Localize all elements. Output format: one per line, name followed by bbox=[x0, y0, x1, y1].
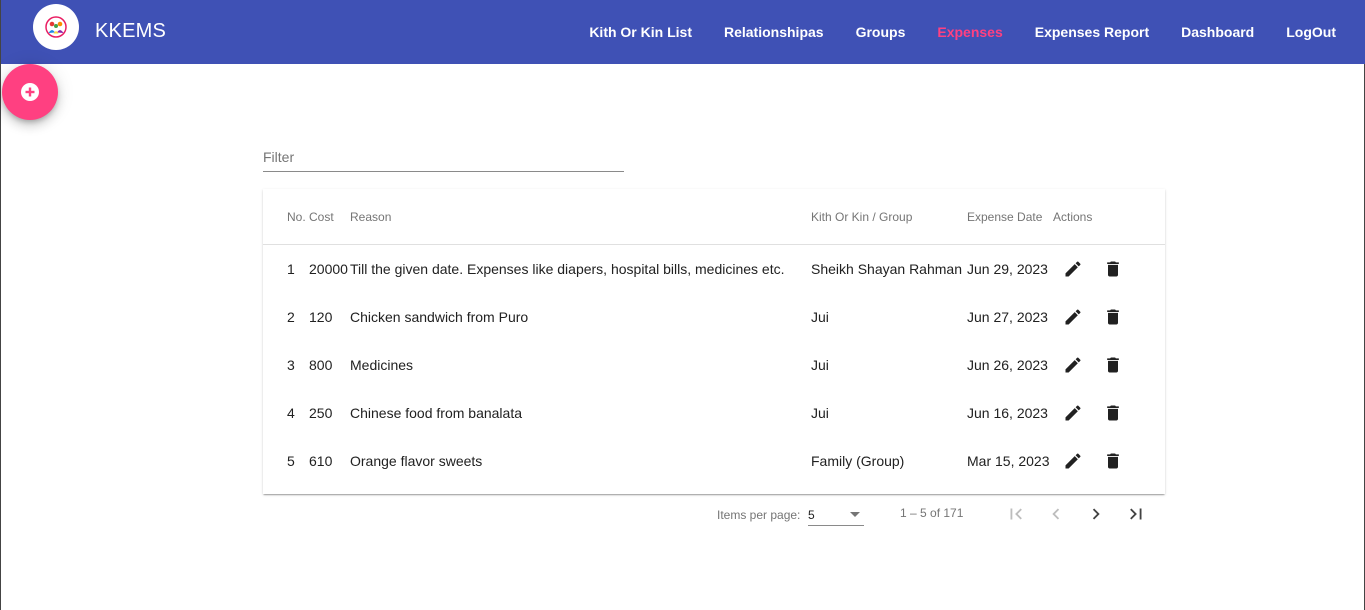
header-cost[interactable]: Cost bbox=[309, 210, 334, 224]
cell-expense-date: Jun 16, 2023 bbox=[967, 405, 1048, 421]
edit-button[interactable] bbox=[1061, 449, 1085, 473]
cell-cost: 120 bbox=[309, 309, 333, 325]
nav-dashboard[interactable]: Dashboard bbox=[1165, 24, 1270, 40]
trash-icon bbox=[1107, 261, 1119, 277]
cell-kith-or-kin: Jui bbox=[811, 309, 829, 325]
header-no[interactable]: No. bbox=[287, 210, 306, 224]
nav-kith-or-kin-list[interactable]: Kith Or Kin List bbox=[573, 24, 708, 40]
expenses-table: No. Cost Reason Kith Or Kin / Group Expe… bbox=[263, 189, 1165, 494]
first-page-button[interactable] bbox=[1002, 500, 1030, 528]
delete-button[interactable] bbox=[1101, 401, 1125, 425]
cell-reason: Chicken sandwich from Puro bbox=[350, 309, 529, 325]
cell-reason: Till the given date. Expenses like diape… bbox=[350, 261, 785, 277]
app-title: KKEMS bbox=[95, 20, 167, 42]
cell-expense-date: Mar 15, 2023 bbox=[967, 453, 1050, 469]
header-expense-date[interactable]: Expense Date bbox=[967, 210, 1042, 224]
cell-kith-or-kin: Family (Group) bbox=[811, 453, 905, 469]
previous-page-button[interactable] bbox=[1042, 500, 1070, 528]
family-logo-icon bbox=[45, 16, 67, 38]
page-size-select[interactable]: 5 bbox=[808, 502, 864, 526]
first-page-icon bbox=[1010, 508, 1022, 520]
cell-reason: Medicines bbox=[350, 357, 414, 373]
table-row: 1 20000 Till the given date. Expenses li… bbox=[263, 245, 1165, 293]
nav-expenses-report[interactable]: Expenses Report bbox=[1019, 24, 1165, 40]
edit-button[interactable] bbox=[1061, 353, 1085, 377]
cell-cost: 800 bbox=[309, 357, 333, 373]
cell-kith-or-kin: Sheikh Shayan Rahman bbox=[811, 261, 962, 277]
cell-expense-date: Jun 27, 2023 bbox=[967, 309, 1048, 325]
delete-button[interactable] bbox=[1101, 257, 1125, 281]
trash-icon bbox=[1107, 405, 1119, 421]
pencil-icon bbox=[1065, 453, 1081, 469]
cell-no: 1 bbox=[287, 261, 295, 277]
cell-kith-or-kin: Jui bbox=[811, 405, 829, 421]
cell-no: 2 bbox=[287, 309, 295, 325]
cell-no: 4 bbox=[287, 405, 295, 421]
edit-button[interactable] bbox=[1061, 257, 1085, 281]
top-toolbar: KKEMS Kith Or Kin List Relationshipas Gr… bbox=[1, 0, 1365, 64]
cell-cost: 250 bbox=[309, 405, 333, 421]
delete-button[interactable] bbox=[1101, 353, 1125, 377]
cell-no: 3 bbox=[287, 357, 295, 373]
cell-cost: 20000 bbox=[309, 261, 348, 277]
main-nav: Kith Or Kin List Relationshipas Groups E… bbox=[573, 0, 1352, 64]
table-row: 5 610 Orange flavor sweets Family (Group… bbox=[263, 437, 1165, 485]
dropdown-arrow-icon bbox=[850, 512, 860, 517]
header-actions: Actions bbox=[1053, 210, 1093, 224]
table-row: 3 800 Medicines Jui Jun 26, 2023 bbox=[263, 341, 1165, 389]
table-row: 2 120 Chicken sandwich from Puro Jui Jun… bbox=[263, 293, 1165, 341]
nav-groups[interactable]: Groups bbox=[840, 24, 922, 40]
last-page-icon bbox=[1130, 508, 1142, 520]
cell-expense-date: Jun 29, 2023 bbox=[967, 261, 1048, 277]
app-logo[interactable] bbox=[33, 4, 79, 50]
page-size-value: 5 bbox=[808, 508, 815, 522]
cell-expense-date: Jun 26, 2023 bbox=[967, 357, 1048, 373]
chevron-left-icon bbox=[1052, 508, 1060, 520]
table-header-row: No. Cost Reason Kith Or Kin / Group Expe… bbox=[263, 189, 1165, 245]
edit-button[interactable] bbox=[1061, 401, 1085, 425]
filter-field[interactable] bbox=[263, 140, 624, 172]
table-paginator: Items per page: 5 1 – 5 of 171 bbox=[263, 494, 1165, 534]
pencil-icon bbox=[1065, 309, 1081, 325]
nav-relationships[interactable]: Relationshipas bbox=[708, 24, 840, 40]
nav-logout[interactable]: LogOut bbox=[1270, 24, 1352, 40]
chevron-right-icon bbox=[1092, 508, 1100, 520]
table-row: 4 250 Chinese food from banalata Jui Jun… bbox=[263, 389, 1165, 437]
pencil-icon bbox=[1065, 261, 1081, 277]
pencil-icon bbox=[1065, 357, 1081, 373]
trash-icon bbox=[1107, 309, 1119, 325]
cell-kith-or-kin: Jui bbox=[811, 357, 829, 373]
next-page-button[interactable] bbox=[1082, 500, 1110, 528]
add-circle-icon bbox=[21, 83, 39, 101]
header-reason[interactable]: Reason bbox=[350, 210, 391, 224]
pencil-icon bbox=[1065, 405, 1081, 421]
header-kith-or-kin-group[interactable]: Kith Or Kin / Group bbox=[811, 210, 912, 224]
trash-icon bbox=[1107, 357, 1119, 373]
nav-expenses[interactable]: Expenses bbox=[921, 24, 1018, 40]
delete-button[interactable] bbox=[1101, 449, 1125, 473]
cell-reason: Orange flavor sweets bbox=[350, 453, 483, 469]
filter-input[interactable] bbox=[263, 140, 624, 165]
cell-cost: 610 bbox=[309, 453, 333, 469]
add-expense-button[interactable] bbox=[2, 64, 58, 120]
cell-no: 5 bbox=[287, 453, 295, 469]
delete-button[interactable] bbox=[1101, 305, 1125, 329]
items-per-page-label: Items per page: bbox=[717, 508, 801, 522]
last-page-button[interactable] bbox=[1122, 500, 1150, 528]
trash-icon bbox=[1107, 453, 1119, 469]
page-range-label: 1 – 5 of 171 bbox=[900, 506, 964, 520]
edit-button[interactable] bbox=[1061, 305, 1085, 329]
cell-reason: Chinese food from banalata bbox=[350, 405, 522, 421]
